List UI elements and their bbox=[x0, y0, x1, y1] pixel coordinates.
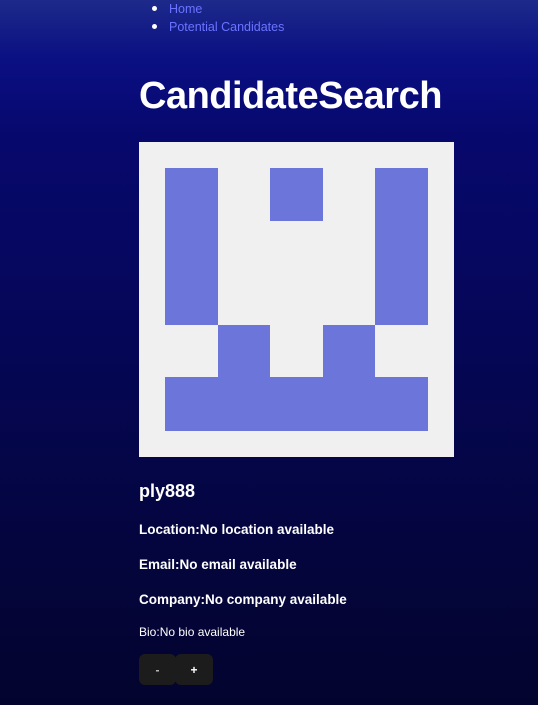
email-field: Email:No email available bbox=[139, 555, 297, 575]
location-value: No location available bbox=[199, 522, 335, 537]
company-label: Company: bbox=[139, 592, 206, 607]
bullet-icon bbox=[152, 24, 157, 29]
identicon-block bbox=[165, 168, 218, 325]
company-value: No company available bbox=[205, 592, 347, 607]
nav-item-potential-candidates: Potential Candidates bbox=[149, 18, 284, 36]
identicon-block bbox=[165, 377, 428, 431]
bio-label: Bio: bbox=[139, 625, 160, 639]
home-link[interactable]: Home bbox=[169, 2, 202, 16]
identicon-block bbox=[270, 168, 323, 221]
email-label: Email: bbox=[139, 557, 180, 572]
identicon-block bbox=[375, 168, 428, 325]
identicon-block bbox=[218, 325, 270, 377]
email-value: No email available bbox=[179, 557, 297, 572]
company-field: Company:No company available bbox=[139, 590, 347, 610]
accept-button[interactable]: + bbox=[175, 654, 213, 685]
nav-item-home: Home bbox=[149, 0, 284, 18]
potential-candidates-link[interactable]: Potential Candidates bbox=[169, 20, 284, 34]
bio-field: Bio:No bio available bbox=[139, 623, 245, 641]
bio-value: No bio available bbox=[159, 625, 246, 639]
avatar bbox=[139, 142, 454, 457]
bullet-icon bbox=[152, 6, 157, 11]
page-title: CandidateSearch bbox=[139, 75, 442, 117]
identicon-block bbox=[323, 325, 375, 377]
candidate-username: ply888 bbox=[139, 481, 196, 501]
location-field: Location:No location available bbox=[139, 520, 334, 540]
reject-button[interactable]: - bbox=[139, 654, 176, 685]
nav-menu: Home Potential Candidates bbox=[149, 0, 284, 36]
location-label: Location: bbox=[139, 522, 200, 537]
